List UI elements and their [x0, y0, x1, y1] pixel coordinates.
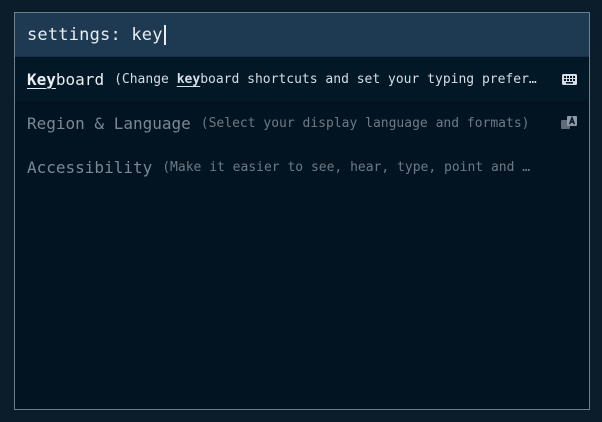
- keyboard-icon: [561, 72, 577, 86]
- result-title: Keyboard: [27, 70, 104, 89]
- result-keyboard[interactable]: Keyboard (Change keyboard shortcuts and …: [15, 57, 589, 101]
- desc-rest: board shortcuts and set your typing pref…: [200, 71, 537, 87]
- accessibility-icon-placeholder: [561, 160, 577, 174]
- result-title: Region & Language: [27, 113, 191, 133]
- text-caret: [163, 24, 166, 45]
- desc-open: (Change: [114, 71, 177, 87]
- desc-match-highlight: key: [176, 71, 201, 87]
- search-input[interactable]: settings: key: [27, 25, 163, 45]
- title-rest: board: [55, 69, 105, 89]
- result-description: (Select your display language and format…: [200, 115, 530, 131]
- search-bar[interactable]: settings: key: [15, 13, 589, 57]
- search-results-list: Keyboard (Change keyboard shortcuts and …: [15, 57, 589, 189]
- language-icon: [561, 116, 577, 130]
- result-accessibility[interactable]: Accessibility (Make it easier to see, he…: [15, 145, 589, 189]
- result-region-language[interactable]: Region & Language (Select your display l…: [15, 101, 589, 145]
- result-title: Accessibility: [27, 157, 153, 177]
- settings-search-launcher: settings: key Keyboard (Change keyboard …: [14, 12, 590, 410]
- title-match-highlight: Key: [27, 69, 56, 89]
- result-description: (Change keyboard shortcuts and set your …: [114, 72, 551, 87]
- result-description: (Make it easier to see, hear, type, poin…: [162, 159, 531, 175]
